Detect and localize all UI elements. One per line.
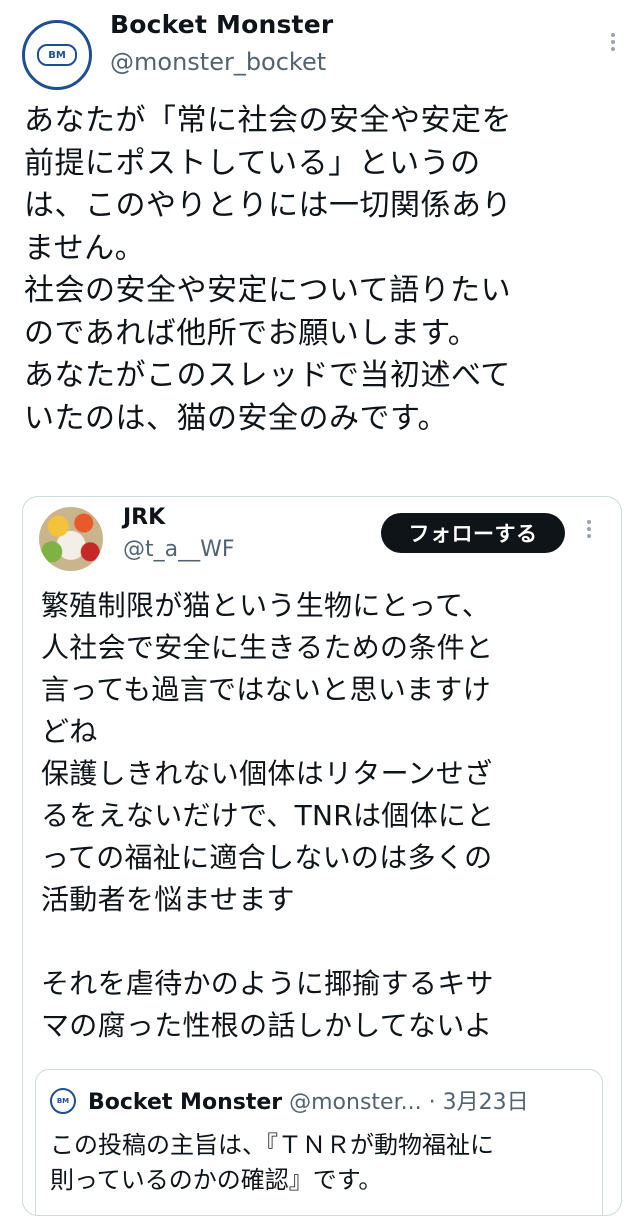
post-text: あなたが「常に社会の安全や安定を 前提にポストしている」というの は、このやりと…	[24, 103, 512, 436]
nested-author-avatar[interactable]: BM	[50, 1088, 76, 1114]
author-name[interactable]: Bocket Monster	[110, 10, 333, 39]
author-handle[interactable]: @monster_bocket	[110, 48, 326, 76]
quote-author-name[interactable]: JRK	[123, 505, 165, 530]
nested-date[interactable]: 3月23日	[443, 1090, 529, 1115]
author-avatar[interactable]: BM	[22, 20, 92, 90]
nested-header: Bocket Monster @monster... · 3月23日	[88, 1084, 529, 1116]
nested-text: この投稿の主旨は、『ＴＮＲが動物福祉に 則っているのかの確認』です。	[50, 1131, 494, 1194]
nested-separator: ·	[428, 1090, 443, 1115]
more-options-icon[interactable]	[603, 30, 623, 70]
nested-quoted-post[interactable]: BM Bocket Monster @monster... · 3月23日 この…	[35, 1069, 603, 1215]
main-post: BM Bocket Monster @monster_bocket あなたが「常…	[0, 0, 641, 1216]
nested-author-handle[interactable]: @monster...	[289, 1090, 421, 1115]
follow-button[interactable]: フォローする	[381, 513, 565, 553]
quote-text: 繁殖制限が猫という生物にとって、 人社会で安全に生きるための条件と 言っても過言…	[41, 589, 495, 1042]
nested-author-name[interactable]: Bocket Monster	[88, 1090, 282, 1115]
quote-author-handle[interactable]: @t_a__WF	[123, 537, 235, 562]
bm-logo-icon: BM	[37, 44, 77, 66]
quote-more-options-icon[interactable]	[581, 517, 597, 553]
quote-author-avatar[interactable]	[39, 507, 103, 571]
quoted-post[interactable]: JRK @t_a__WF フォローする 繁殖制限が猫という生物にとって、 人社会…	[22, 496, 622, 1216]
